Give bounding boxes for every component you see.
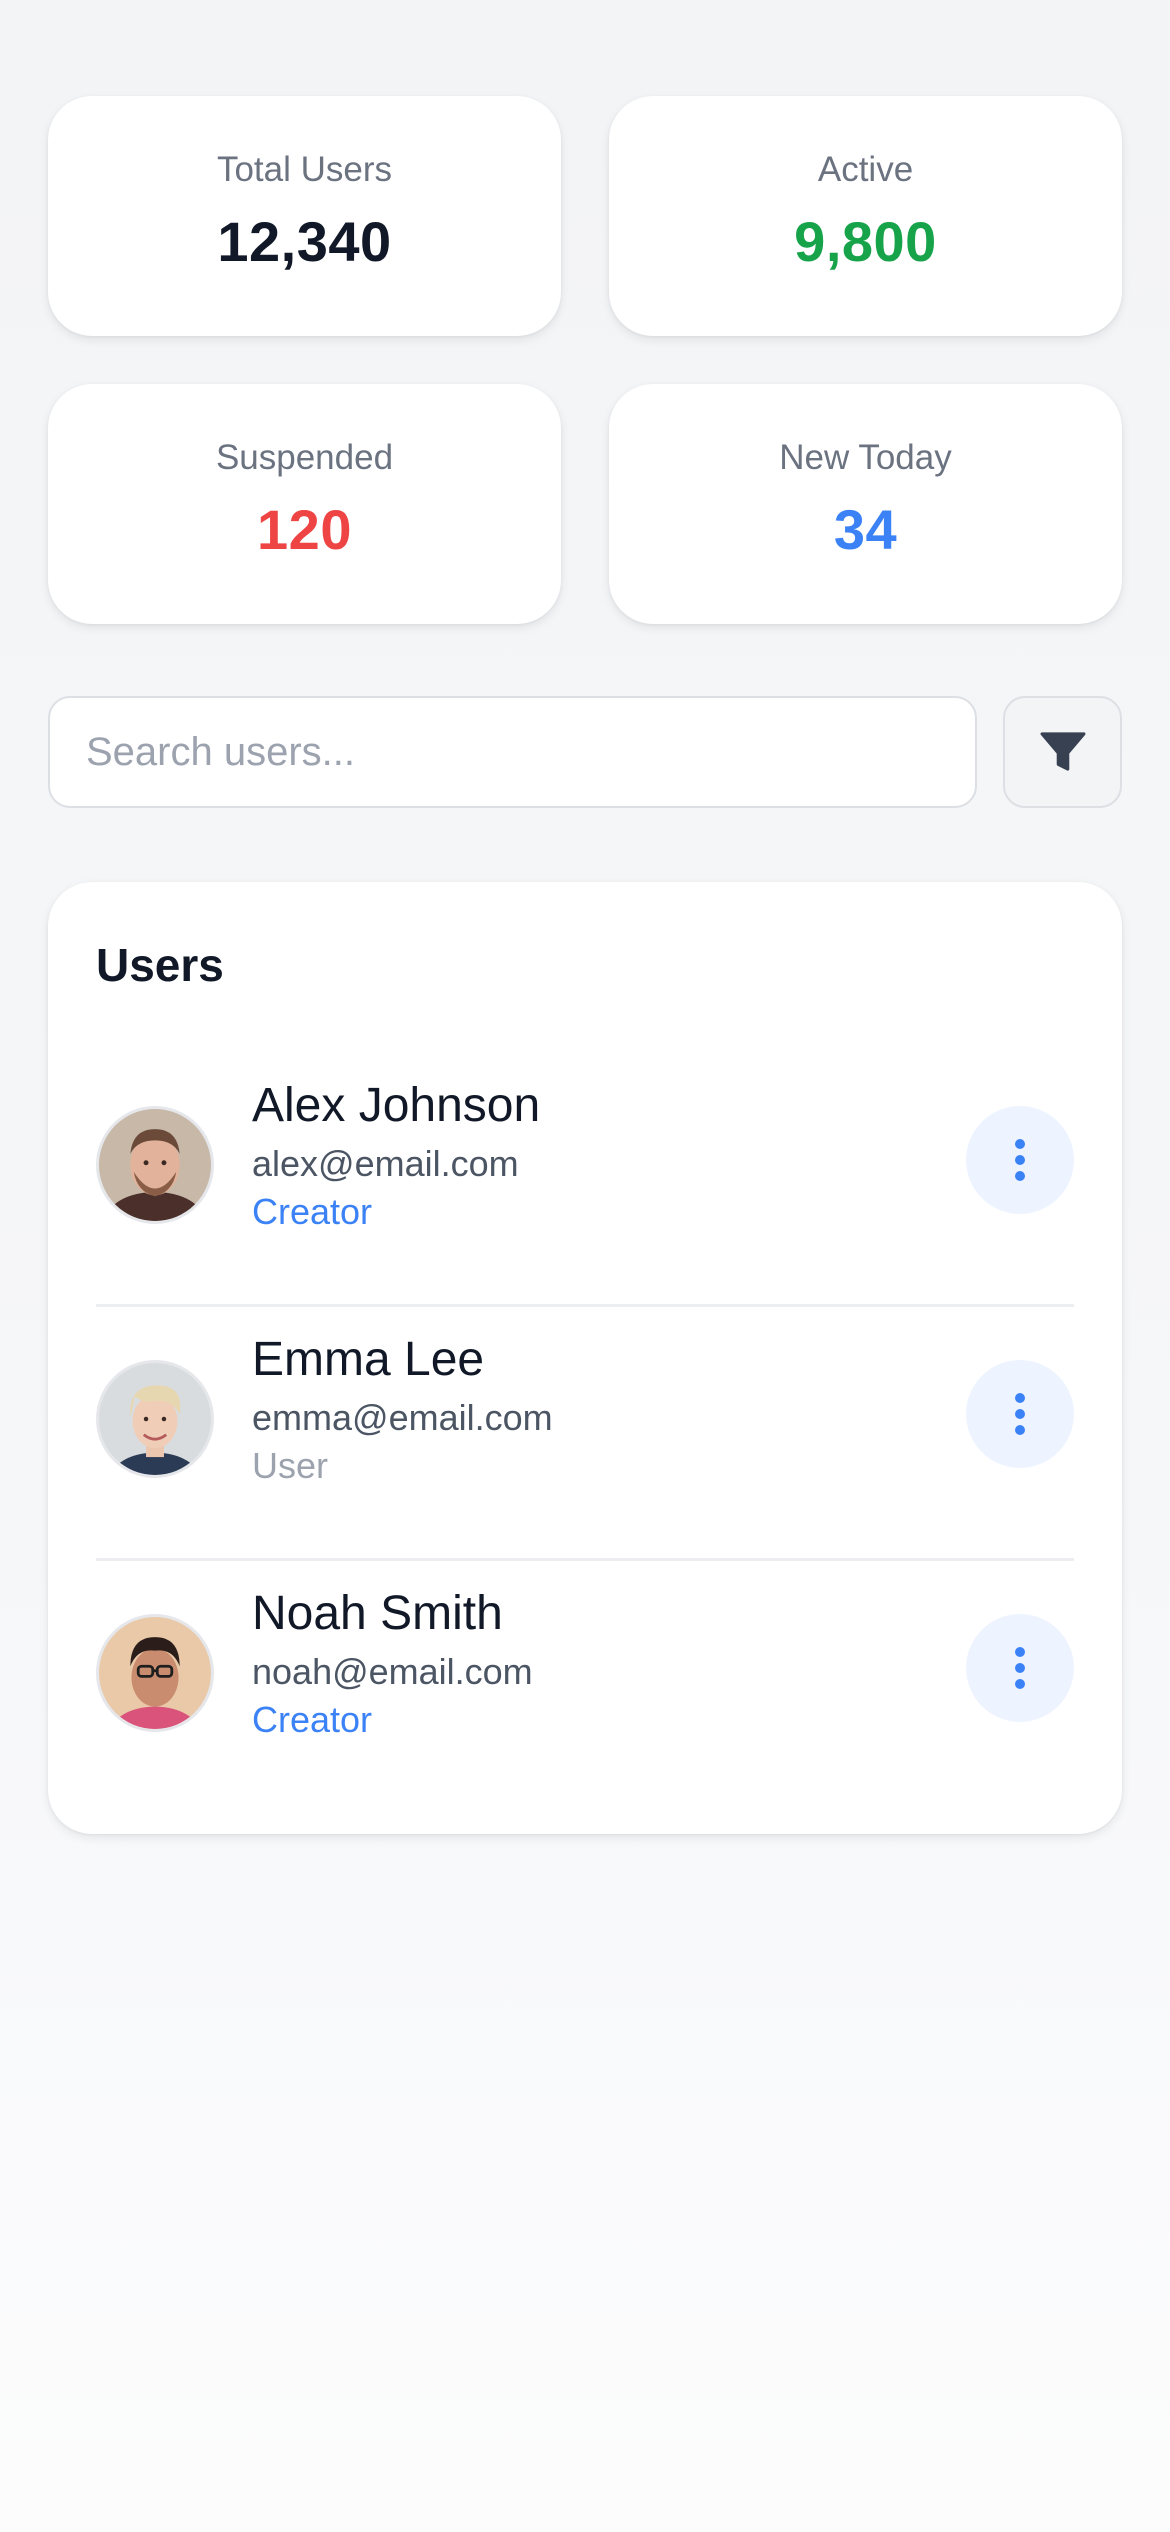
user-email: emma@email.com (252, 1397, 553, 1438)
more-vertical-icon (1015, 1393, 1025, 1435)
stats-grid: Total Users 12,340 Active 9,800 Suspende… (48, 96, 1122, 624)
user-info: Alex Johnson alex@email.com Creator (252, 1078, 1074, 1234)
user-name: Noah Smith (252, 1587, 503, 1640)
search-input[interactable] (48, 696, 977, 808)
more-vertical-icon (1015, 1139, 1025, 1181)
filter-icon (1040, 732, 1085, 771)
user-info: Noah Smith noah@email.com Creator (252, 1586, 1074, 1742)
stat-value: 9,800 (794, 210, 937, 273)
stat-card-new-today: New Today 34 (609, 384, 1122, 624)
users-title: Users (96, 939, 224, 991)
users-card: Users Alex Johnson alex@email.com Creato… (48, 882, 1122, 1834)
stat-value: 12,340 (217, 210, 392, 273)
stat-card-suspended: Suspended 120 (48, 384, 561, 624)
avatar (96, 1360, 214, 1478)
more-options-button[interactable] (966, 1360, 1074, 1468)
user-role: Creator (252, 1191, 373, 1232)
user-role: Creator (252, 1699, 373, 1740)
more-vertical-icon (1015, 1647, 1025, 1689)
user-email: noah@email.com (252, 1651, 533, 1692)
user-row[interactable]: Alex Johnson alex@email.com Creator (96, 1050, 1074, 1307)
stat-label: New Today (779, 438, 952, 477)
filter-button[interactable] (1003, 696, 1122, 808)
stat-label: Suspended (215, 438, 394, 477)
stat-label: Active (817, 150, 914, 189)
user-name: Alex Johnson (252, 1079, 541, 1132)
user-row[interactable]: Emma Lee emma@email.com User (96, 1304, 1074, 1561)
user-role: User (252, 1445, 329, 1486)
more-options-button[interactable] (966, 1106, 1074, 1214)
search-bar (48, 696, 1122, 808)
user-name: Emma Lee (252, 1333, 485, 1386)
user-email: alex@email.com (252, 1143, 519, 1184)
stat-card-active: Active 9,800 (609, 96, 1122, 336)
stat-label: Total Users (216, 150, 393, 189)
user-info: Emma Lee emma@email.com User (252, 1332, 1074, 1488)
user-list: Alex Johnson alex@email.com Creator Emma… (96, 1050, 1074, 1812)
stat-value: 120 (257, 498, 352, 561)
user-row[interactable]: Noah Smith noah@email.com Creator (96, 1558, 1074, 1812)
stat-card-total-users: Total Users 12,340 (48, 96, 561, 336)
more-options-button[interactable] (966, 1614, 1074, 1722)
stat-value: 34 (833, 498, 898, 561)
avatar (96, 1106, 214, 1224)
avatar (96, 1614, 214, 1732)
